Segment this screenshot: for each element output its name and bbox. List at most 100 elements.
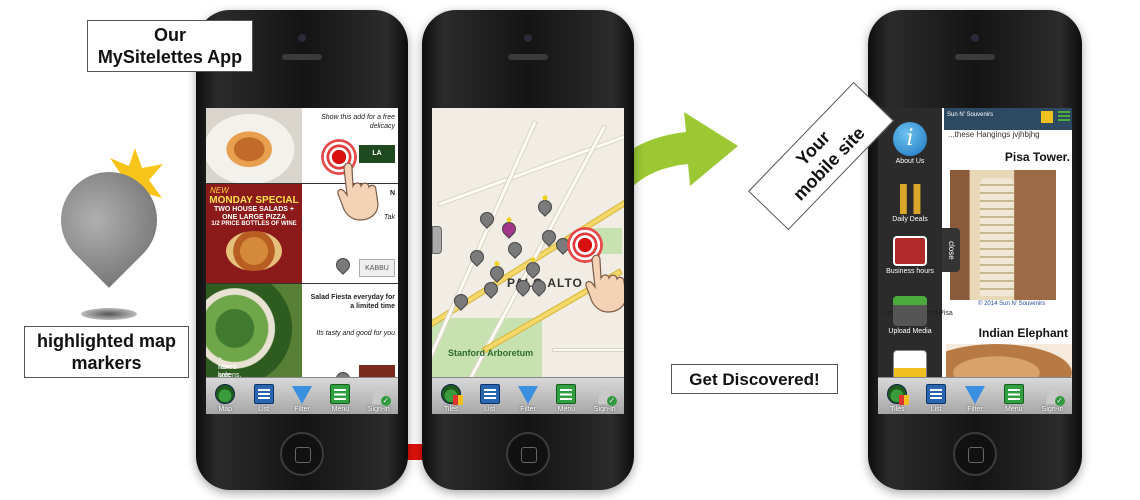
shrimp-dish-image	[206, 108, 302, 183]
ad-text: Its tasty and good for you	[316, 330, 395, 337]
road	[552, 348, 624, 352]
hamburger-icon[interactable]	[1058, 111, 1070, 123]
tab-label: Menu	[331, 406, 350, 413]
tiles-icon	[441, 384, 464, 405]
ad-text-bold: Salad Fiesta everyday for a limited time	[310, 294, 395, 310]
title-line-2: MySitelettes App	[97, 46, 243, 67]
tab-label: Sign-in	[593, 406, 616, 413]
menu-label: Upload Media	[888, 328, 932, 335]
pointing-hand-icon	[337, 162, 379, 221]
menu-label: Business hours	[886, 268, 934, 275]
tab-sign-in[interactable]: Sign-in	[1033, 378, 1072, 414]
home-button[interactable]	[280, 432, 324, 476]
camera-upload-icon	[893, 296, 927, 326]
tab-label: Tiles	[890, 406, 905, 413]
list-icon	[926, 384, 947, 404]
menu-upload-media[interactable]: Upload Media	[878, 296, 942, 335]
tab-list[interactable]: List	[917, 378, 956, 414]
tab-filter[interactable]: Filter	[283, 378, 321, 414]
markers-callout: highlighted map markers	[24, 326, 189, 378]
mobile-site: Sun N' Souvenirs ...these Hangings jvjhb…	[878, 108, 1072, 392]
get-discovered-callout: Get Discovered!	[671, 364, 838, 394]
app-screen-tiles: Show this add for a free delicacy LA AMO…	[206, 108, 398, 414]
map-side-handle[interactable]	[432, 226, 442, 254]
pisa-tower-image	[950, 170, 1056, 300]
bottom-tab-bar: Tiles List Filter Menu Sign-in	[878, 377, 1072, 414]
tab-tiles[interactable]: Tiles	[432, 378, 470, 414]
pizza-image	[226, 230, 282, 271]
tab-label: Sign-in	[367, 406, 390, 413]
tab-list[interactable]: List	[244, 378, 282, 414]
site-header-title: Sun N' Souvenirs	[947, 112, 994, 118]
tab-menu[interactable]: Menu	[994, 378, 1033, 414]
ad-text: Show this add for a free delicacy	[321, 114, 395, 130]
monday-special-image: NEW MONDAY SPECIAL TWO HOUSE SALADS + ON…	[206, 184, 302, 283]
tab-menu[interactable]: Menu	[321, 378, 359, 414]
copyright-text: © 2014 Sun N' Souvenirs	[978, 301, 1046, 307]
bottom-tab-bar: Map List Filter Menu Sign-in	[206, 377, 398, 414]
phone-map-view: PALO ALTO Stanford Arboretum Tiles List …	[422, 10, 634, 490]
site-header: Sun N' Souvenirs	[944, 108, 1072, 130]
tab-filter[interactable]: Filter	[956, 378, 995, 414]
tab-menu[interactable]: Menu	[547, 378, 585, 414]
filter-icon	[518, 386, 539, 404]
phone-mobile-site-view: Sun N' Souvenirs ...these Hangings jvjhb…	[868, 10, 1082, 490]
menu-icon	[330, 384, 351, 404]
filter-icon	[292, 386, 313, 404]
tab-label: Menu	[1005, 406, 1023, 413]
tab-label: Sign-in	[1041, 406, 1064, 413]
special-title: MONDAY SPECIAL	[209, 195, 299, 206]
menu-label: About Us	[895, 158, 925, 165]
tab-label: Filter	[967, 406, 983, 413]
bottom-tab-bar: Tiles List Filter Menu Sign-in	[432, 377, 624, 414]
tab-filter[interactable]: Filter	[509, 378, 547, 414]
menu-business-hours[interactable]: Business hours	[878, 236, 942, 275]
site-intro-text: ...these Hangings jvjhbjhg	[948, 130, 1040, 139]
list-icon	[479, 384, 500, 404]
map-icon	[215, 384, 236, 404]
app-screen-map: PALO ALTO Stanford Arboretum Tiles List …	[432, 108, 624, 414]
map-marker-icon[interactable]	[535, 197, 555, 217]
tab-label: Map	[218, 406, 233, 413]
tab-list[interactable]: List	[470, 378, 508, 414]
tab-label: List	[484, 406, 496, 413]
tab-sign-in[interactable]: Sign-in	[586, 378, 624, 414]
close-menu-tab[interactable]: close	[942, 228, 960, 272]
user-icon	[368, 384, 391, 406]
tab-label: List	[930, 406, 942, 413]
tab-sign-in[interactable]: Sign-in	[360, 378, 398, 414]
home-button[interactable]	[953, 432, 997, 476]
tab-label: Filter	[294, 406, 310, 413]
calendar-icon	[893, 236, 927, 266]
tiles-icon	[887, 384, 910, 405]
menu-label: Daily Deals	[892, 216, 928, 223]
special-line2: ONE LARGE PIZZA	[222, 213, 286, 221]
highlighted-map-marker-icon	[41, 152, 177, 322]
special-line1: TWO HOUSE SALADS +	[214, 206, 294, 213]
list-icon	[253, 384, 274, 404]
tab-label: Filter	[520, 406, 536, 413]
menu-about-us[interactable]: i About Us	[878, 122, 942, 165]
home-button[interactable]	[506, 432, 550, 476]
tab-label: List	[258, 406, 270, 413]
tab-tiles[interactable]: Tiles	[878, 378, 917, 414]
map-marker-icon	[333, 255, 353, 275]
cart-icon[interactable]	[1041, 111, 1053, 123]
site-heading-elephant: Indian Elephant	[978, 326, 1068, 340]
filter-icon	[964, 386, 985, 404]
menu-daily-deals[interactable]: Daily Deals	[878, 184, 942, 223]
map-marker-icon[interactable]	[505, 239, 525, 259]
app-title-callout: Our MySitelettes App	[87, 20, 253, 72]
side-menu: i About Us Daily Deals Business hours Up…	[878, 108, 942, 380]
map-marker-icon[interactable]	[499, 219, 519, 239]
site-heading-pisa: Pisa Tower.	[1004, 150, 1070, 164]
user-icon	[1042, 384, 1065, 406]
app-screen-mobile-site: Sun N' Souvenirs ...these Hangings jvjhb…	[878, 108, 1072, 414]
title-line-1: Our	[153, 25, 186, 45]
tab-map[interactable]: Map	[206, 378, 244, 414]
phone-tiles-view: Show this add for a free delicacy LA AMO…	[196, 10, 408, 490]
tab-label: Menu	[557, 406, 576, 413]
pointing-hand-icon	[585, 254, 624, 313]
markers-line-2: markers	[71, 352, 142, 373]
markers-line-1: highlighted map	[37, 331, 176, 351]
